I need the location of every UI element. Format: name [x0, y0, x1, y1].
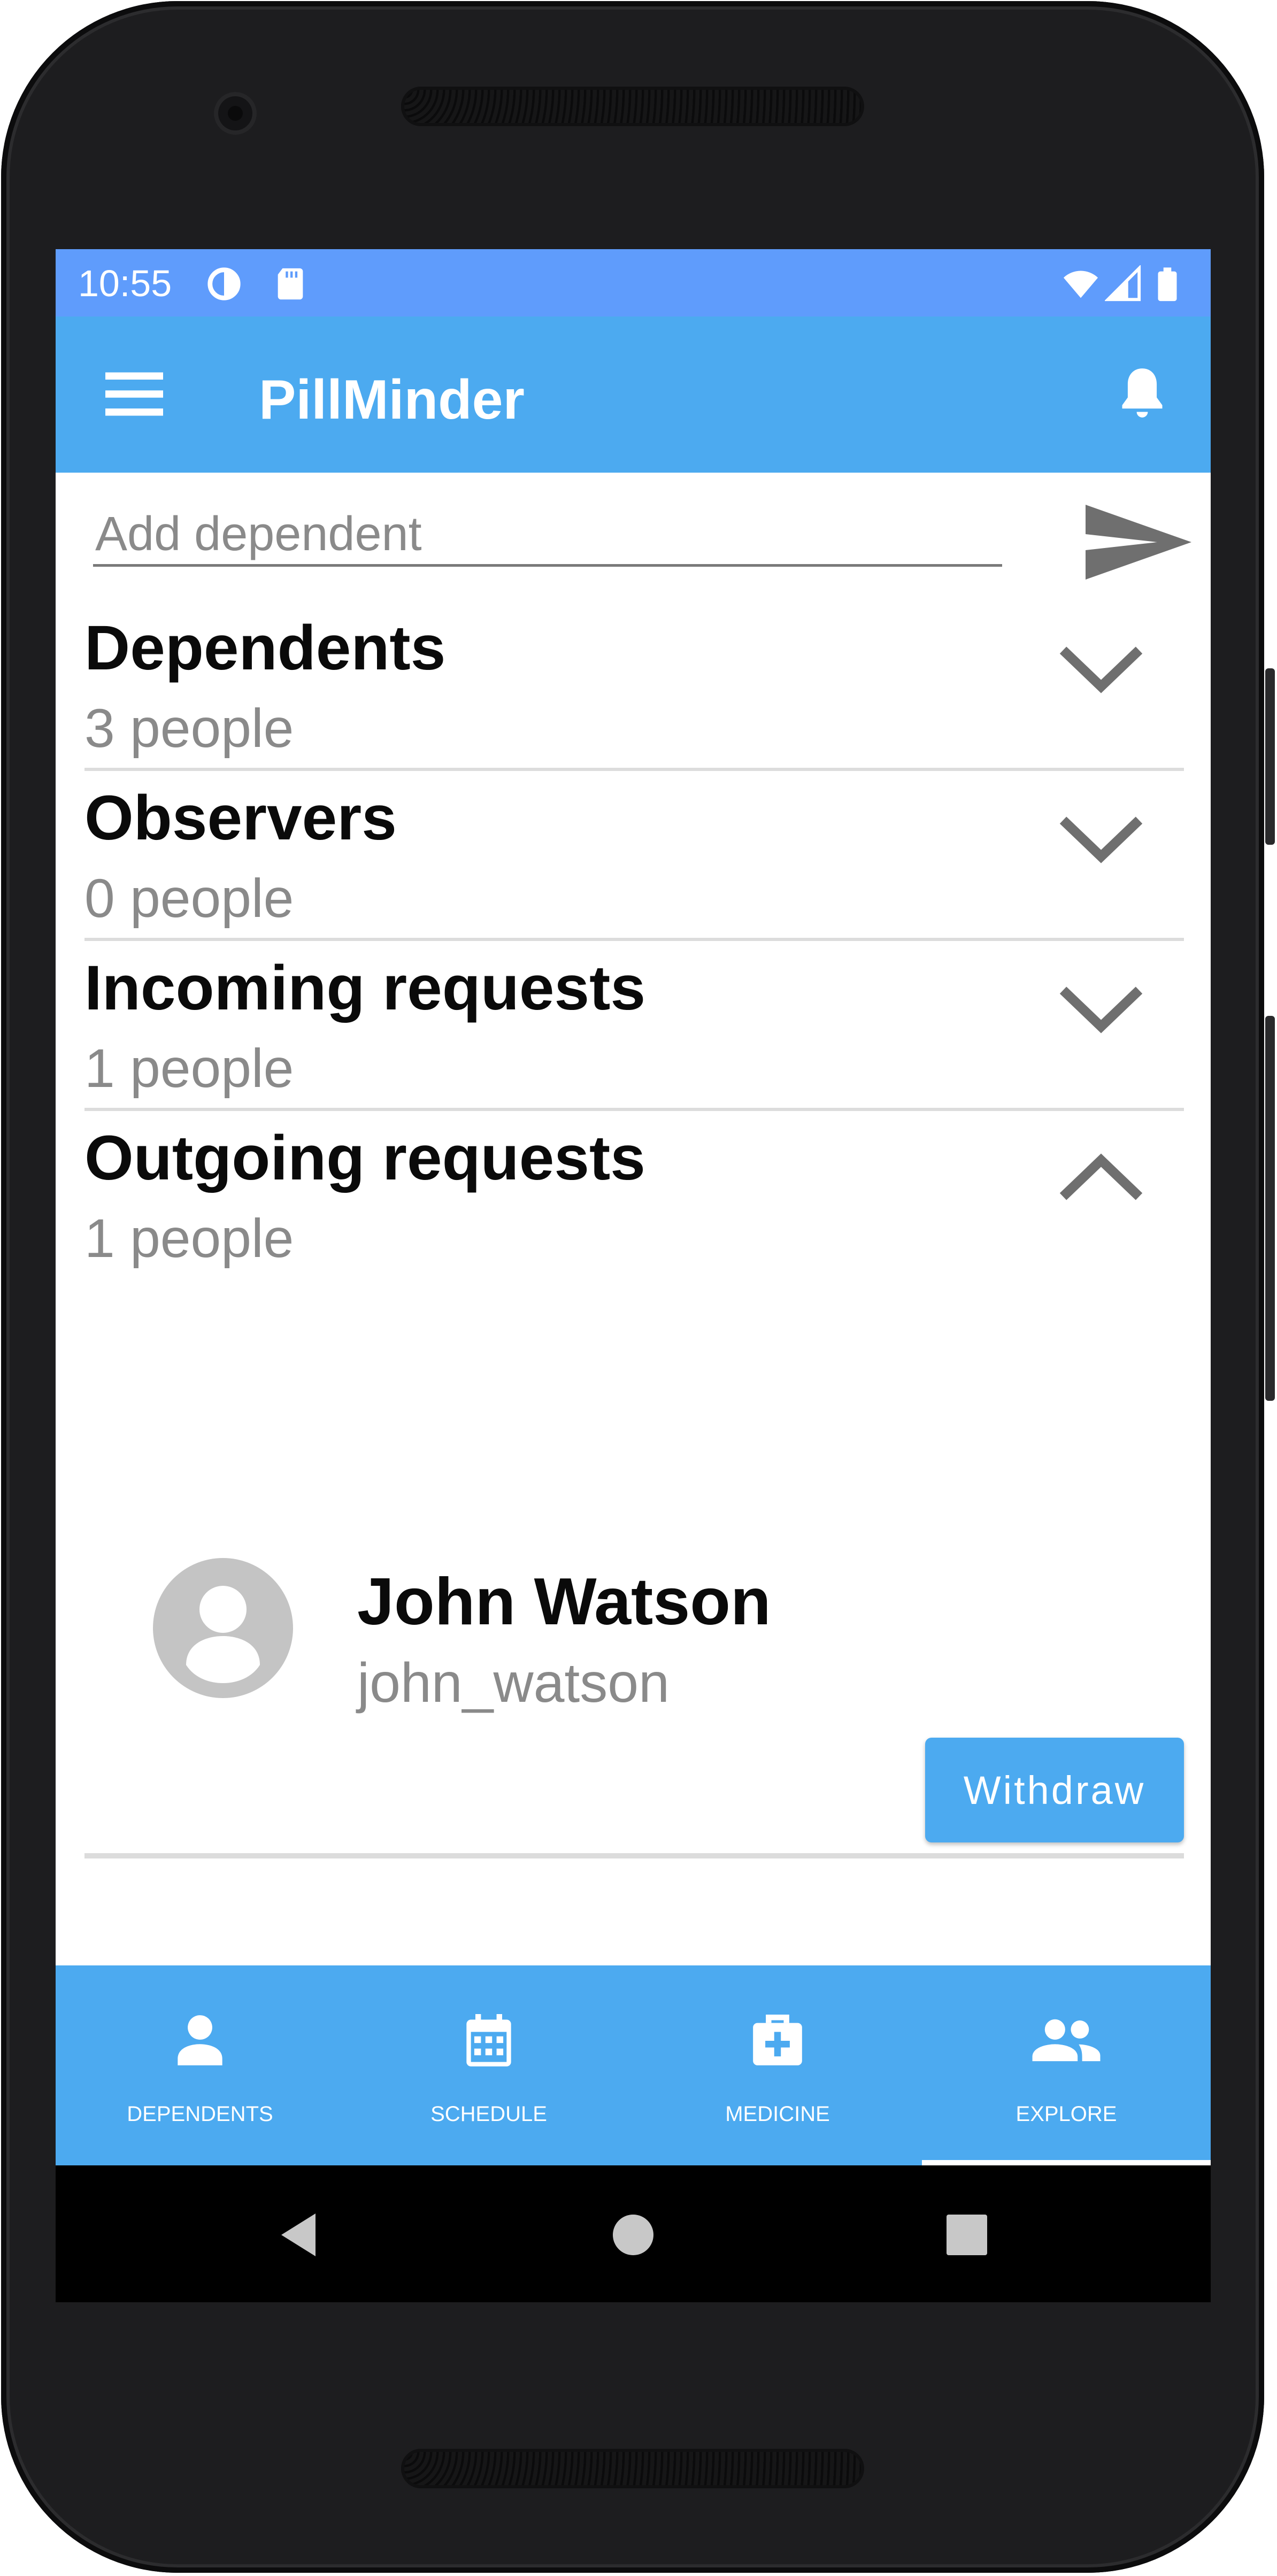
section-count: 1 people: [84, 1208, 294, 1269]
section-dependents[interactable]: Dependents 3 people: [84, 598, 1184, 771]
person-avatar-icon: [153, 1558, 293, 1698]
add-dependent-input[interactable]: [93, 505, 1002, 567]
withdraw-button[interactable]: Withdraw: [925, 1738, 1184, 1842]
section-incoming-requests[interactable]: Incoming requests 1 people: [84, 938, 1184, 1111]
divider: [84, 1853, 1184, 1858]
chevron-down-icon[interactable]: [1056, 975, 1147, 1039]
nav-item-explore[interactable]: EXPLORE: [922, 1965, 1211, 2165]
section-title: Dependents: [84, 613, 446, 683]
front-camera: [214, 92, 257, 135]
chevron-up-icon[interactable]: [1056, 1145, 1147, 1209]
app-title: PillMinder: [259, 369, 525, 431]
section-count: 1 people: [84, 1038, 294, 1099]
chevron-down-icon[interactable]: [1056, 805, 1147, 869]
send-icon[interactable]: [1082, 494, 1195, 590]
person-username: john_watson: [357, 1652, 670, 1714]
recents-icon[interactable]: [940, 2208, 994, 2262]
outgoing-request-item: John Watson john_watson Withdraw: [84, 1554, 1184, 1842]
signal-icon: [1105, 265, 1142, 303]
power-button: [1265, 668, 1275, 845]
section-title: Observers: [84, 783, 397, 853]
battery-icon: [1149, 265, 1186, 303]
system-navigation-bar: [56, 2165, 1211, 2302]
status-time: 10:55: [78, 263, 172, 304]
screen: 10:55 PillMinder Add dependent Dependent…: [56, 249, 1211, 2302]
bottom-navigation: DEPENDENTS SCHEDULE MEDICINE EXPLORE: [56, 1965, 1211, 2165]
calendar-icon: [462, 2011, 516, 2070]
data-saver-icon: [205, 265, 243, 303]
menu-icon[interactable]: [105, 370, 164, 418]
wifi-icon: [1062, 265, 1099, 303]
selected-tab-indicator: [922, 2160, 1211, 2165]
nav-label: SCHEDULE: [430, 2102, 547, 2126]
add-dependent-row: [93, 505, 1211, 601]
chevron-down-icon[interactable]: [1056, 635, 1147, 699]
nav-item-dependents[interactable]: DEPENDENTS: [56, 1965, 344, 2165]
home-icon[interactable]: [606, 2208, 660, 2262]
person-icon: [173, 2011, 227, 2070]
nav-label: MEDICINE: [725, 2102, 830, 2126]
people-icon: [1029, 2011, 1104, 2070]
sd-card-icon: [272, 265, 309, 303]
section-count: 3 people: [84, 698, 294, 759]
bell-icon[interactable]: [1116, 364, 1169, 422]
nav-item-medicine[interactable]: MEDICINE: [633, 1965, 922, 2165]
nav-label: DEPENDENTS: [127, 2102, 273, 2126]
status-bar: 10:55: [56, 249, 1211, 317]
section-title: Incoming requests: [84, 953, 646, 1023]
section-outgoing-requests[interactable]: Outgoing requests 1 people: [84, 1108, 1184, 1278]
section-observers[interactable]: Observers 0 people: [84, 768, 1184, 941]
nav-item-schedule[interactable]: SCHEDULE: [344, 1965, 633, 2165]
medical-kit-icon: [751, 2011, 804, 2070]
volume-button: [1265, 1016, 1275, 1401]
bottom-speaker: [401, 2449, 864, 2488]
earpiece-speaker: [401, 87, 864, 126]
section-count: 0 people: [84, 868, 294, 929]
phone-device: 10:55 PillMinder Add dependent Dependent…: [0, 0, 1277, 2576]
app-bar: PillMinder: [56, 317, 1211, 473]
nav-label: EXPLORE: [1016, 2102, 1117, 2126]
back-icon[interactable]: [274, 2208, 327, 2262]
person-name: John Watson: [357, 1565, 771, 1639]
section-title: Outgoing requests: [84, 1123, 645, 1193]
